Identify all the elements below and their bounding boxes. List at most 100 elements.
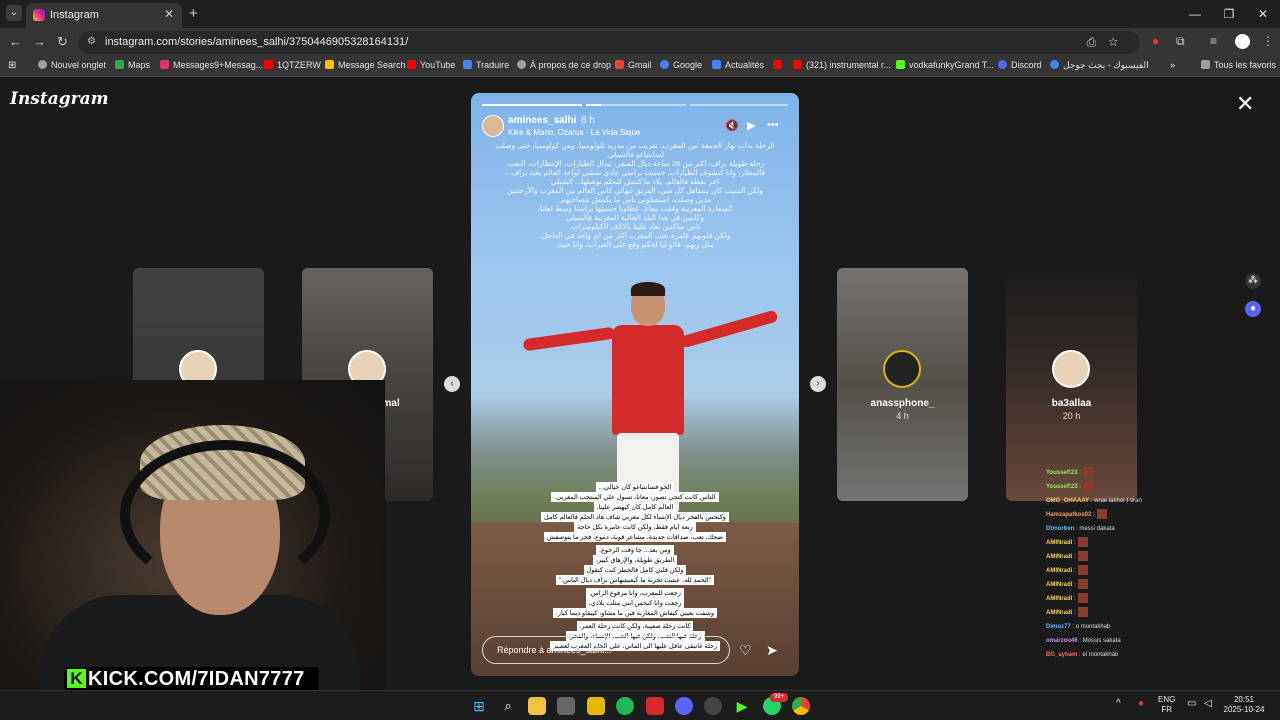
apps-grid-icon[interactable]: ⊞	[8, 60, 16, 71]
bookmark-label: Messages9+Messag...	[173, 60, 264, 70]
spotify-icon[interactable]	[616, 697, 634, 715]
bookmark-item[interactable]: Messages9+Messag...	[160, 60, 263, 70]
bookmark-star-icon[interactable]: ☆	[1108, 35, 1130, 49]
mute-icon[interactable]: 🔇	[725, 119, 739, 132]
bookmark-label: Gmail	[628, 60, 652, 70]
network-icon[interactable]: ▭	[1187, 699, 1196, 709]
chat-user: AMINradi	[1046, 540, 1073, 546]
profile-avatar[interactable]	[1235, 34, 1250, 49]
minimize-icon[interactable]: —	[1178, 0, 1212, 28]
bookmark-label: Actualités	[725, 60, 765, 70]
url-text[interactable]: instagram.com/stories/aminees_salhi/3750…	[105, 36, 408, 48]
story-username: anassphone_	[870, 398, 935, 409]
person-hair	[631, 282, 665, 296]
story-text-block: الرحلة بدات نهار الجمعة 'من المغرب، تغري…	[495, 141, 775, 249]
more-bookmarks-icon[interactable]: »	[1170, 60, 1175, 70]
new-tab-button[interactable]: +	[189, 5, 198, 22]
bookmark-item[interactable]: الفيسبوك - بحث جوجل	[1050, 60, 1149, 71]
menu-icon[interactable]: ⋮	[1262, 34, 1274, 48]
chat-user: AMINradi	[1046, 554, 1073, 560]
app-icon[interactable]	[704, 697, 722, 715]
app-icon[interactable]	[587, 697, 605, 715]
chat-user: AMINradi	[1046, 582, 1073, 588]
kick-app-icon[interactable]: ▶	[733, 697, 751, 715]
address-bar[interactable]: ⚙ instagram.com/stories/aminees_salhi/37…	[78, 31, 1140, 54]
file-explorer-icon[interactable]	[528, 697, 546, 715]
assistant-icon[interactable]: ⁂	[1245, 273, 1261, 289]
chat-text: :	[1074, 582, 1076, 588]
tab-instagram[interactable]: Instagram ✕	[26, 3, 182, 28]
reload-icon[interactable]: ↻	[57, 34, 68, 50]
restore-icon[interactable]: ❐	[1212, 0, 1246, 28]
story-username: ba3allaa	[1051, 398, 1092, 409]
extensions-icon[interactable]: ⧉	[1176, 34, 1185, 49]
emote-icon	[1077, 579, 1088, 590]
tab-title: Instagram	[50, 9, 99, 21]
bookmark-item[interactable]: vodkafunkyGrand T...	[896, 60, 994, 70]
language-indicator[interactable]: ENG FR	[1158, 695, 1175, 715]
bookmark-item[interactable]: Maps	[115, 60, 150, 70]
tab-search-button[interactable]: ⌄	[6, 5, 22, 21]
bookmark-item[interactable]	[773, 60, 786, 70]
person-arm	[522, 326, 616, 352]
story-text-line: اخر نقطة فالعالم، بلاد ما كنتش كنحلم نوص…	[550, 177, 720, 186]
bookmark-label: Maps	[128, 60, 151, 70]
story-author-name[interactable]: aminees_salhi	[508, 115, 576, 126]
like-heart-icon[interactable]: ♡	[739, 642, 752, 659]
next-story-icon[interactable]: ›	[810, 376, 826, 392]
bookmark-item[interactable]: YouTube	[407, 60, 455, 70]
chat-user: Youssef!23	[1046, 484, 1078, 490]
bookmark-item[interactable]: 1QTZERW	[264, 60, 321, 70]
emote-icon	[1082, 467, 1093, 478]
chat-message: Dtmorben : messi dakata	[1046, 522, 1186, 536]
search-icon[interactable]: ⌕	[499, 697, 517, 715]
close-story-icon[interactable]: ✕	[1236, 93, 1254, 115]
close-window-icon[interactable]: ✕	[1246, 0, 1280, 28]
discord-bot-icon[interactable]: ●	[1245, 301, 1261, 317]
stream-chat: Youssef!23 : Youssef!23 : OMG_OHAAAY : w…	[1046, 466, 1186, 662]
active-story[interactable]: aminees_salhi 8 h Kike & Mario, Ozarus ·…	[471, 93, 799, 676]
story-progress-bar	[690, 104, 788, 106]
story-reply-input[interactable]: Répondre à aminees_salhi...	[482, 636, 730, 664]
bookmark-item[interactable]: Message Search	[325, 60, 406, 70]
chat-message: omarzou46 : Mossis sakata	[1046, 634, 1186, 648]
bookmark-item[interactable]: Nouvel onglet	[38, 60, 106, 70]
extension-icon[interactable]: ●	[1152, 34, 1159, 48]
bookmark-item[interactable]: Gmail	[615, 60, 652, 70]
previous-story-icon[interactable]: ‹	[444, 376, 460, 392]
play-icon[interactable]: ▶	[747, 119, 755, 132]
more-options-icon[interactable]: •••	[767, 119, 779, 131]
bookmark-item[interactable]: (321) instrumental r...	[793, 60, 891, 70]
story-music-label[interactable]: Kike & Mario, Ozarus · La Vida Sique	[508, 128, 640, 137]
close-tab-icon[interactable]: ✕	[164, 7, 174, 21]
all-bookmarks[interactable]: Tous les favoris	[1201, 60, 1276, 70]
story-author-avatar[interactable]	[482, 115, 504, 137]
bookmark-item[interactable]: Discord	[998, 60, 1042, 70]
side-story-preview[interactable]: anassphone_ 4 h	[837, 268, 968, 501]
bookmark-item[interactable]: Traduire	[463, 60, 509, 70]
forward-icon[interactable]: →	[33, 34, 46, 49]
share-send-icon[interactable]: ➤	[766, 642, 778, 659]
app-icon[interactable]	[646, 697, 664, 715]
bookmark-item[interactable]: À propos de ce drop	[517, 60, 611, 70]
page-side-icons: ⁂ ●	[1245, 273, 1261, 329]
chat-user: omarzou46	[1046, 638, 1078, 644]
chrome-icon[interactable]	[792, 697, 810, 715]
bookmark-item[interactable]: Actualités	[712, 60, 764, 70]
story-timestamp: 8 h	[581, 115, 595, 126]
chat-text: :	[1074, 610, 1076, 616]
clock[interactable]: 20:51 2025-10-24	[1222, 695, 1266, 715]
bookmark-item[interactable]: Google	[660, 60, 702, 70]
microphone-icon[interactable]: ●	[1138, 699, 1144, 709]
store-icon[interactable]	[557, 697, 575, 715]
install-app-icon[interactable]: ⎙	[1087, 35, 1109, 49]
volume-icon[interactable]: ◁	[1204, 699, 1212, 709]
back-icon[interactable]: ←	[9, 34, 22, 49]
instagram-logo[interactable]: Instagram	[10, 89, 109, 109]
show-hidden-icons[interactable]: ^	[1116, 699, 1121, 709]
discord-icon[interactable]	[675, 697, 693, 715]
chat-text: :	[1074, 554, 1076, 560]
site-info-icon[interactable]: ⚙	[87, 36, 96, 47]
windows-start-icon[interactable]: ⊞	[470, 697, 488, 715]
media-controls-icon[interactable]: ≡	[1210, 34, 1217, 48]
